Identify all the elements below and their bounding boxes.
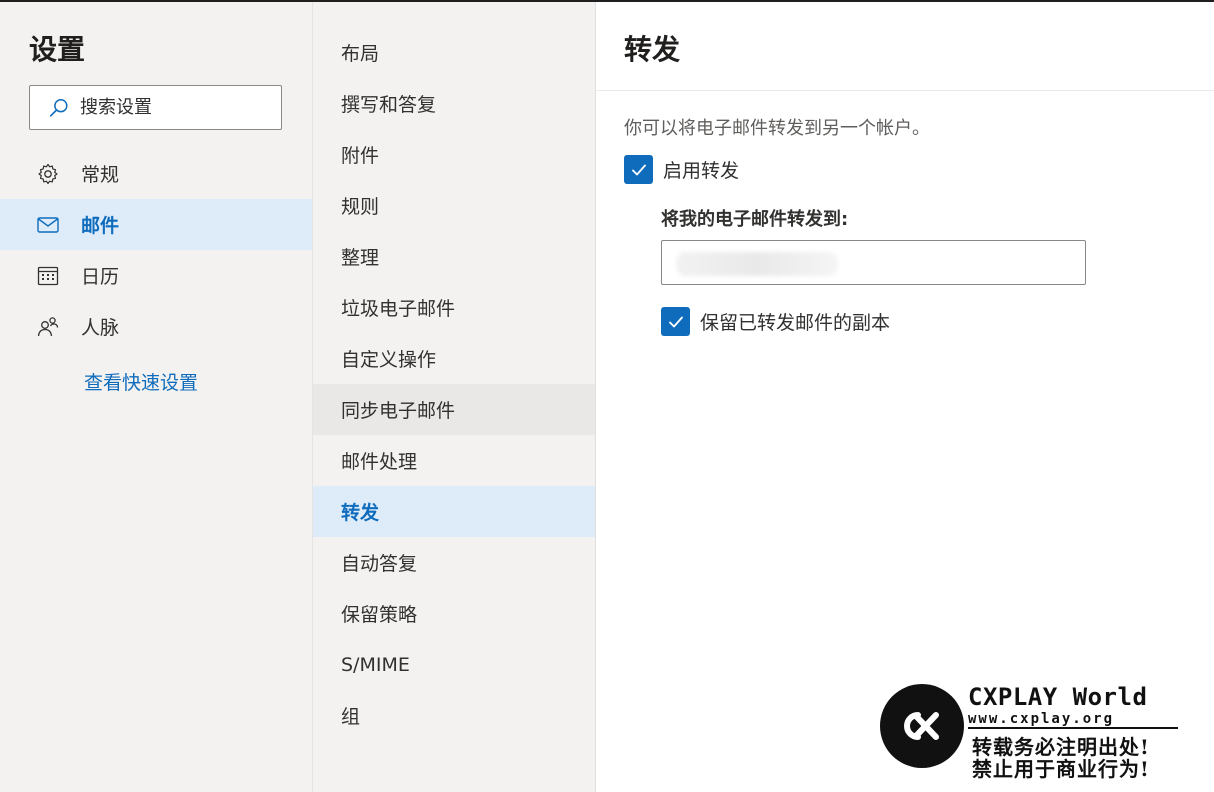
category-calendar-label: 日历	[81, 266, 120, 288]
gear-icon	[35, 161, 61, 187]
category-mail[interactable]: 邮件	[0, 199, 312, 250]
watermark-url: www.cxplay.org	[968, 711, 1178, 729]
search-settings-input[interactable]	[80, 97, 260, 118]
pane-title: 转发	[624, 33, 681, 66]
checkmark-icon	[668, 316, 683, 327]
category-calendar[interactable]: 日历	[0, 250, 312, 301]
category-general[interactable]: 常规	[0, 148, 312, 199]
subnav-item-automatic-replies[interactable]: 自动答复	[313, 537, 595, 588]
mail-icon	[35, 212, 61, 238]
forward-to-label: 将我的电子邮件转发到:	[661, 209, 849, 230]
checkmark-icon	[631, 164, 646, 175]
subnav-item-sync-email[interactable]: 同步电子邮件	[313, 384, 595, 435]
category-general-label: 常规	[81, 164, 120, 186]
category-people-label: 人脉	[81, 317, 120, 339]
cxplay-logo-icon	[880, 684, 964, 768]
redacted-email-blur	[676, 252, 838, 276]
enable-forwarding-option[interactable]: 启用转发	[624, 155, 739, 184]
settings-title: 设置	[29, 33, 86, 66]
keep-copy-option[interactable]: 保留已转发邮件的副本	[661, 307, 890, 336]
mail-settings-nav: 布局 撰写和答复 附件 规则 整理 垃圾电子邮件 自定义操作 同步电子邮件 邮件…	[312, 2, 595, 792]
subnav-item-compose-reply[interactable]: 撰写和答复	[313, 78, 595, 129]
category-people[interactable]: 人脉	[0, 301, 312, 352]
watermark-brand: CXPLAY World	[968, 683, 1148, 711]
subnav-item-sweep[interactable]: 整理	[313, 231, 595, 282]
category-mail-label: 邮件	[81, 215, 120, 237]
subnav-item-rules[interactable]: 规则	[313, 180, 595, 231]
watermark-notice-2: 禁止用于商业行为!	[972, 757, 1150, 781]
search-settings-box[interactable]	[29, 85, 282, 130]
subnav-item-attachments[interactable]: 附件	[313, 129, 595, 180]
subnav-item-junk-email[interactable]: 垃圾电子邮件	[313, 282, 595, 333]
view-quick-settings-link[interactable]: 查看快速设置	[84, 368, 198, 395]
subnav-item-groups[interactable]: 组	[313, 690, 595, 741]
search-icon	[49, 98, 68, 117]
people-icon	[35, 314, 61, 340]
subnav-item-customize-actions[interactable]: 自定义操作	[313, 333, 595, 384]
subnav-item-retention-policies[interactable]: 保留策略	[313, 588, 595, 639]
pane-divider	[596, 90, 1214, 91]
keep-copy-label: 保留已转发邮件的副本	[700, 312, 891, 334]
subnav-item-layout[interactable]: 布局	[313, 27, 595, 78]
settings-category-nav: 常规 邮件 日历 人脉	[0, 148, 312, 352]
enable-forwarding-label: 启用转发	[663, 160, 740, 182]
mail-subnav-list: 布局 撰写和答复 附件 规则 整理 垃圾电子邮件 自定义操作 同步电子邮件 邮件…	[313, 27, 595, 741]
watermark: CXPLAY World www.cxplay.org 转载务必注明出处! 禁止…	[880, 683, 1180, 783]
forwarding-description: 你可以将电子邮件转发到另一个帐户。	[624, 118, 930, 139]
enable-forwarding-checkbox[interactable]	[624, 155, 653, 184]
settings-sidebar: 设置 常规 邮件	[0, 2, 312, 792]
subnav-item-smime[interactable]: S/MIME	[313, 639, 595, 690]
calendar-icon	[35, 263, 61, 289]
forwarding-pane: 转发 你可以将电子邮件转发到另一个帐户。 启用转发 将我的电子邮件转发到: 保留…	[595, 2, 1214, 792]
keep-copy-checkbox[interactable]	[661, 307, 690, 336]
subnav-item-forwarding[interactable]: 转发	[313, 486, 595, 537]
subnav-item-message-handling[interactable]: 邮件处理	[313, 435, 595, 486]
